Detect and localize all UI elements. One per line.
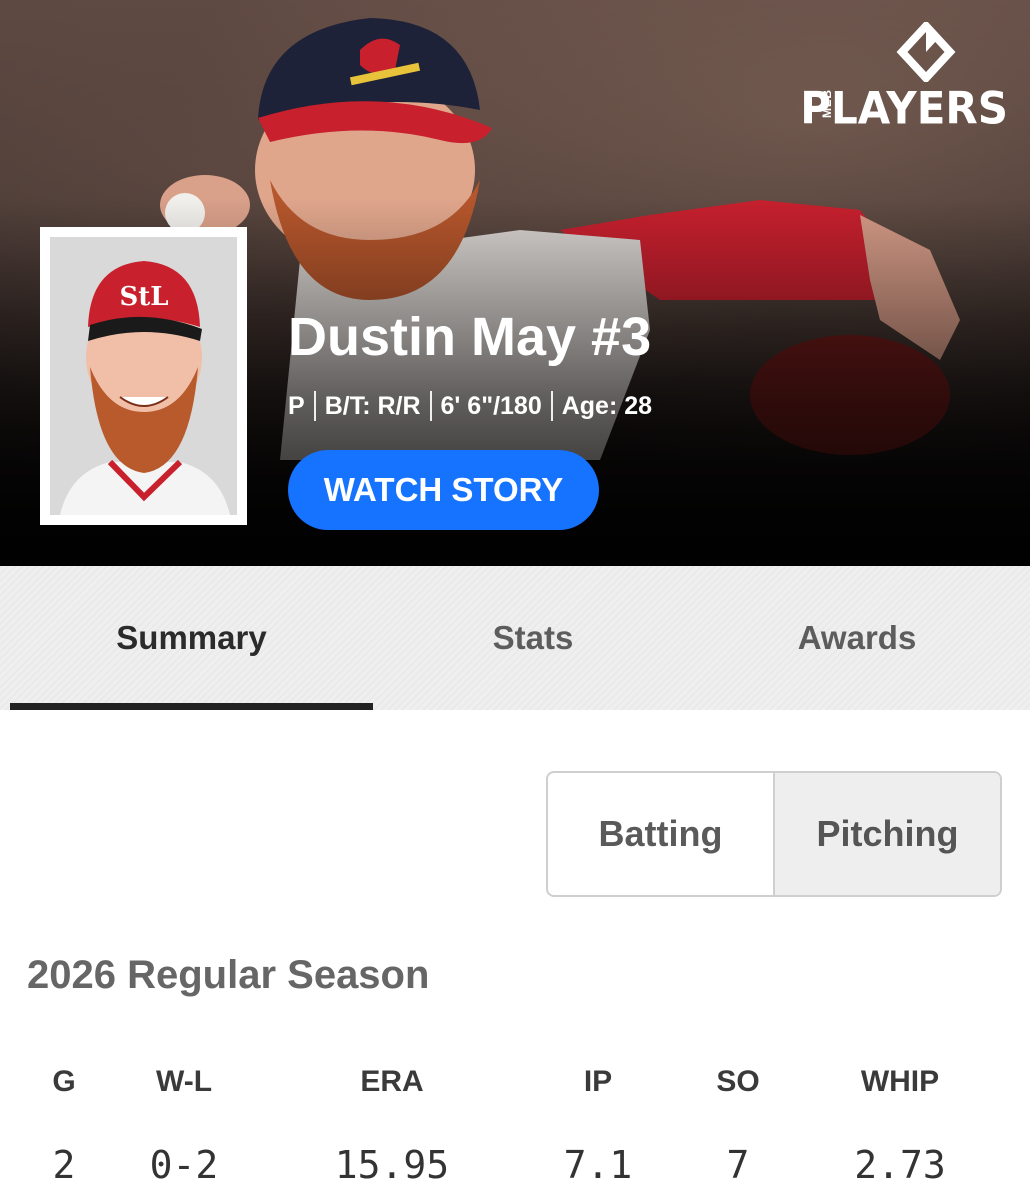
player-headshot: StL xyxy=(50,237,237,515)
stat-value-wl: 0-2 xyxy=(149,1143,219,1187)
player-name: Dustin May #3 xyxy=(288,307,652,367)
pitching-toggle-button[interactable]: Pitching xyxy=(773,773,1000,895)
stat-header-so: SO xyxy=(716,1065,760,1098)
player-height-weight: 6' 6"/180 xyxy=(440,391,542,420)
player-hero: MLB PLAYERS StL Dustin May #3 P B/T: R/R… xyxy=(0,0,1030,566)
player-bats-throws: B/T: R/R xyxy=(324,391,421,420)
meta-separator xyxy=(429,391,432,421)
active-tab-indicator xyxy=(10,703,373,710)
meta-separator xyxy=(313,391,316,421)
tab-stats[interactable]: Stats xyxy=(373,566,693,710)
stat-value-so: 7 xyxy=(726,1143,750,1187)
meta-separator xyxy=(550,391,553,421)
mlb-players-diamond-icon xyxy=(896,22,956,82)
profile-tabs: Summary Stats Awards xyxy=(0,566,1030,710)
season-title: 2026 Regular Season xyxy=(27,953,430,997)
tab-summary[interactable]: Summary xyxy=(10,566,373,710)
player-meta: P B/T: R/R 6' 6"/180 Age: 28 xyxy=(288,388,652,424)
stat-value-whip: 2.73 xyxy=(854,1143,946,1187)
player-age: Age: 28 xyxy=(561,391,653,420)
batting-toggle-button[interactable]: Batting xyxy=(548,773,773,895)
batting-pitching-toggle: Batting Pitching xyxy=(546,771,1002,897)
svg-text:StL: StL xyxy=(119,282,168,312)
watch-story-button[interactable]: WATCH STORY xyxy=(288,450,599,530)
headshot-frame: StL xyxy=(40,227,247,525)
stat-header-wl: W-L xyxy=(155,1065,213,1098)
brand-wordmark: PLAYERS xyxy=(800,82,1008,135)
stat-header-whip: WHIP xyxy=(860,1065,940,1098)
stat-header-ip: IP xyxy=(583,1065,613,1098)
tab-awards[interactable]: Awards xyxy=(693,566,1021,710)
stat-value-ip: 7.1 xyxy=(563,1143,633,1187)
stat-header-era: ERA xyxy=(360,1065,424,1098)
stat-value-era: 15.95 xyxy=(334,1143,450,1187)
brand-logo: MLB PLAYERS xyxy=(800,22,1008,134)
headshot-image: StL xyxy=(50,237,237,515)
player-position: P xyxy=(288,391,305,420)
